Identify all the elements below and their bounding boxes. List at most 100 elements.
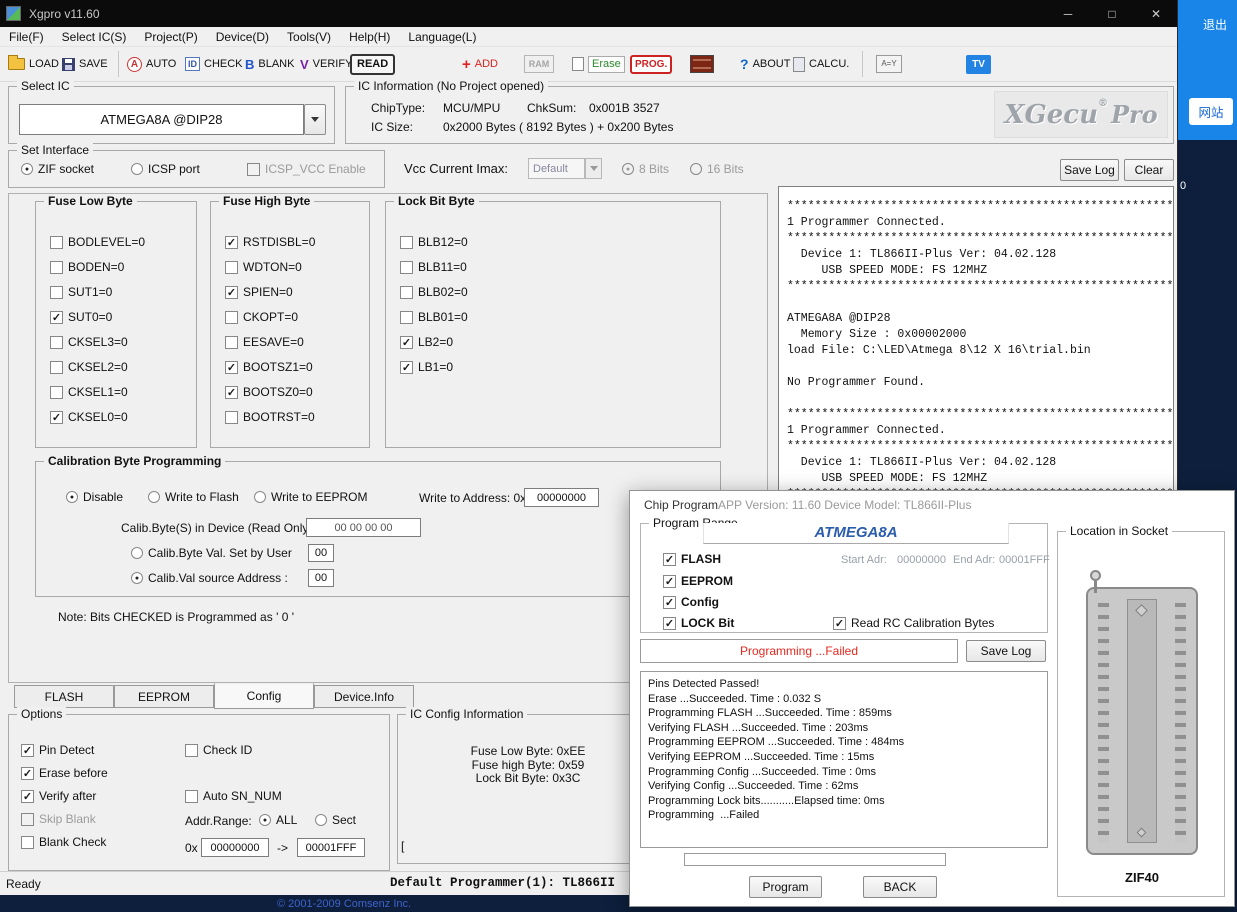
checkbox-erase-before[interactable]: ✓Erase before xyxy=(21,766,108,780)
radio-dot: ● xyxy=(21,163,33,175)
end-adr-value: 00001FFF xyxy=(999,554,1050,566)
addr-all-radio[interactable]: ●ALL xyxy=(259,813,297,827)
icsp-port-radio[interactable]: ICSP port xyxy=(131,162,200,176)
icsp-vcc-checkbox[interactable]: ICSP_VCC Enable xyxy=(247,162,366,176)
checkbox-pin-detect[interactable]: ✓Pin Detect xyxy=(21,743,94,757)
checkbox-lb2[interactable]: ✓LB2=0 xyxy=(400,335,453,349)
save-log-button[interactable]: Save Log xyxy=(1060,159,1119,181)
checkbox-flash[interactable]: ✓FLASH xyxy=(663,552,721,566)
checkbox-lb1[interactable]: ✓LB1=0 xyxy=(400,360,453,374)
checkbox-blb02[interactable]: BLB02=0 xyxy=(400,285,468,299)
load-button[interactable]: LOAD xyxy=(8,53,59,75)
addr-from-field[interactable]: 00000000 xyxy=(201,838,269,857)
calib-source-addr-radio[interactable]: ●Calib.Val source Address : xyxy=(131,571,288,585)
calib-user-val-field[interactable]: 00 xyxy=(308,544,334,562)
checkbox-sut0[interactable]: ✓SUT0=0 xyxy=(50,310,112,324)
checkbox-auto-sn[interactable]: Auto SN_NUM xyxy=(185,789,282,803)
checkbox-cksel1[interactable]: CKSEL1=0 xyxy=(50,385,128,399)
read-button[interactable]: READ xyxy=(350,53,395,75)
calib-write-eeprom-radio[interactable]: Write to EEPROM xyxy=(254,490,367,504)
prog-button[interactable]: PROG. xyxy=(630,53,672,75)
16bits-radio[interactable]: 16 Bits xyxy=(690,162,744,176)
ic-combo-value[interactable]: ATMEGA8A @DIP28 xyxy=(19,104,304,135)
checkbox-verify-after[interactable]: ✓Verify after xyxy=(21,789,96,803)
exit-link[interactable]: 退出 xyxy=(1203,16,1227,33)
menu-device[interactable]: Device(D) xyxy=(207,30,278,44)
addr-to-field[interactable]: 00001FFF xyxy=(297,838,365,857)
8bits-radio[interactable]: ●8 Bits xyxy=(622,162,669,176)
checkbox-blb01[interactable]: BLB01=0 xyxy=(400,310,468,324)
checkbox-label: Read RC Calibration Bytes xyxy=(851,616,994,630)
checkbox-config[interactable]: ✓Config xyxy=(663,595,719,609)
checkbox-eesave[interactable]: EESAVE=0 xyxy=(225,335,304,349)
calcu-button[interactable]: CALCU. xyxy=(793,53,849,75)
checkbox-bootsz1[interactable]: ✓BOOTSZ1=0 xyxy=(225,360,313,374)
checkbox-spien[interactable]: ✓SPIEN=0 xyxy=(225,285,293,299)
background-count: 0 xyxy=(1180,180,1186,192)
status-ready: Ready xyxy=(6,877,41,891)
checkbox-blb11[interactable]: BLB11=0 xyxy=(400,260,467,274)
checkbox-blb12[interactable]: BLB12=0 xyxy=(400,235,468,249)
checkbox-ckopt[interactable]: CKOPT=0 xyxy=(225,310,298,324)
menu-language[interactable]: Language(L) xyxy=(399,30,485,44)
checkbox-lock-bit[interactable]: ✓LOCK Bit xyxy=(663,616,734,630)
checkbox-sut1[interactable]: SUT1=0 xyxy=(50,285,112,299)
checkbox-eeprom[interactable]: ✓EEPROM xyxy=(663,574,733,588)
vcc-dropdown-arrow[interactable] xyxy=(585,158,602,179)
ram-button[interactable]: RAM xyxy=(524,53,554,75)
close-button[interactable]: ✕ xyxy=(1134,0,1178,27)
back-button[interactable]: BACK xyxy=(863,876,937,898)
program-button[interactable]: Program xyxy=(749,876,822,898)
check-button[interactable]: IDCHECK xyxy=(185,53,243,75)
checkbox-wdton[interactable]: WDTON=0 xyxy=(225,260,302,274)
menu-file[interactable]: File(F) xyxy=(0,30,53,44)
menu-select-ic[interactable]: Select IC(S) xyxy=(53,30,136,44)
calib-disable-radio[interactable]: ●Disable xyxy=(66,490,123,504)
maximize-button[interactable]: □ xyxy=(1090,0,1134,27)
ic-combo-dropdown[interactable] xyxy=(304,104,326,135)
tab-flash[interactable]: FLASH xyxy=(14,685,114,708)
menu-project[interactable]: Project(P) xyxy=(135,30,206,44)
verify-button[interactable]: VVERIFY xyxy=(300,53,352,75)
checkbox-skip-blank[interactable]: Skip Blank xyxy=(21,812,96,826)
vcc-dropdown[interactable]: Default xyxy=(528,158,585,179)
dialog-log-panel[interactable]: Pins Detected Passed! Erase ...Succeeded… xyxy=(640,671,1048,848)
zif-socket-radio[interactable]: ●ZIF socket xyxy=(21,162,94,176)
checkbox-box: ✓ xyxy=(225,386,238,399)
checkbox-boden[interactable]: BODEN=0 xyxy=(50,260,124,274)
add-button[interactable]: +ADD xyxy=(462,53,498,75)
calib-source-addr-field[interactable]: 00 xyxy=(308,569,334,587)
minimize-button[interactable]: ─ xyxy=(1046,0,1090,27)
about-button[interactable]: ?ABOUT xyxy=(740,53,790,75)
tab-config[interactable]: Config xyxy=(214,683,314,709)
checkbox-cksel2[interactable]: CKSEL2=0 xyxy=(50,360,128,374)
calib-write-flash-radio[interactable]: Write to Flash xyxy=(148,490,239,504)
site-tab[interactable]: 网站 xyxy=(1189,98,1233,125)
dialog-save-log-button[interactable]: Save Log xyxy=(966,640,1046,662)
tab-device-info[interactable]: Device.Info xyxy=(314,685,414,708)
erase-button[interactable]: Erase xyxy=(572,53,625,75)
calib-user-val-radio[interactable]: Calib.Byte Val. Set by User xyxy=(131,546,292,560)
chip-test-button[interactable] xyxy=(690,53,714,75)
logic-test-button[interactable]: A=Y xyxy=(876,53,902,75)
clear-button[interactable]: Clear xyxy=(1124,159,1174,181)
checkbox-read-rc[interactable]: ✓Read RC Calibration Bytes xyxy=(833,616,994,630)
checkbox-bootsz0[interactable]: ✓BOOTSZ0=0 xyxy=(225,385,313,399)
addr-sect-radio[interactable]: Sect xyxy=(315,813,356,827)
tv-button[interactable]: TV xyxy=(966,53,991,75)
tab-eeprom[interactable]: EEPROM xyxy=(114,685,214,708)
save-button[interactable]: SAVE xyxy=(62,53,108,75)
menu-tools[interactable]: Tools(V) xyxy=(278,30,340,44)
checkbox-bodlevel[interactable]: BODLEVEL=0 xyxy=(50,235,145,249)
checkbox-rstdisbl[interactable]: ✓RSTDISBL=0 xyxy=(225,235,315,249)
checkbox-bootrst[interactable]: BOOTRST=0 xyxy=(225,410,315,424)
checkbox-check-id[interactable]: Check ID xyxy=(185,743,252,757)
write-address-field[interactable]: 00000000 xyxy=(524,488,599,507)
blank-button[interactable]: BBLANK xyxy=(245,53,294,75)
auto-button[interactable]: AAUTO xyxy=(127,53,176,75)
checkbox-label: Skip Blank xyxy=(39,812,96,826)
checkbox-cksel0[interactable]: ✓CKSEL0=0 xyxy=(50,410,128,424)
menu-help[interactable]: Help(H) xyxy=(340,30,399,44)
checkbox-blank-check[interactable]: Blank Check xyxy=(21,835,106,849)
checkbox-cksel3[interactable]: CKSEL3=0 xyxy=(50,335,128,349)
